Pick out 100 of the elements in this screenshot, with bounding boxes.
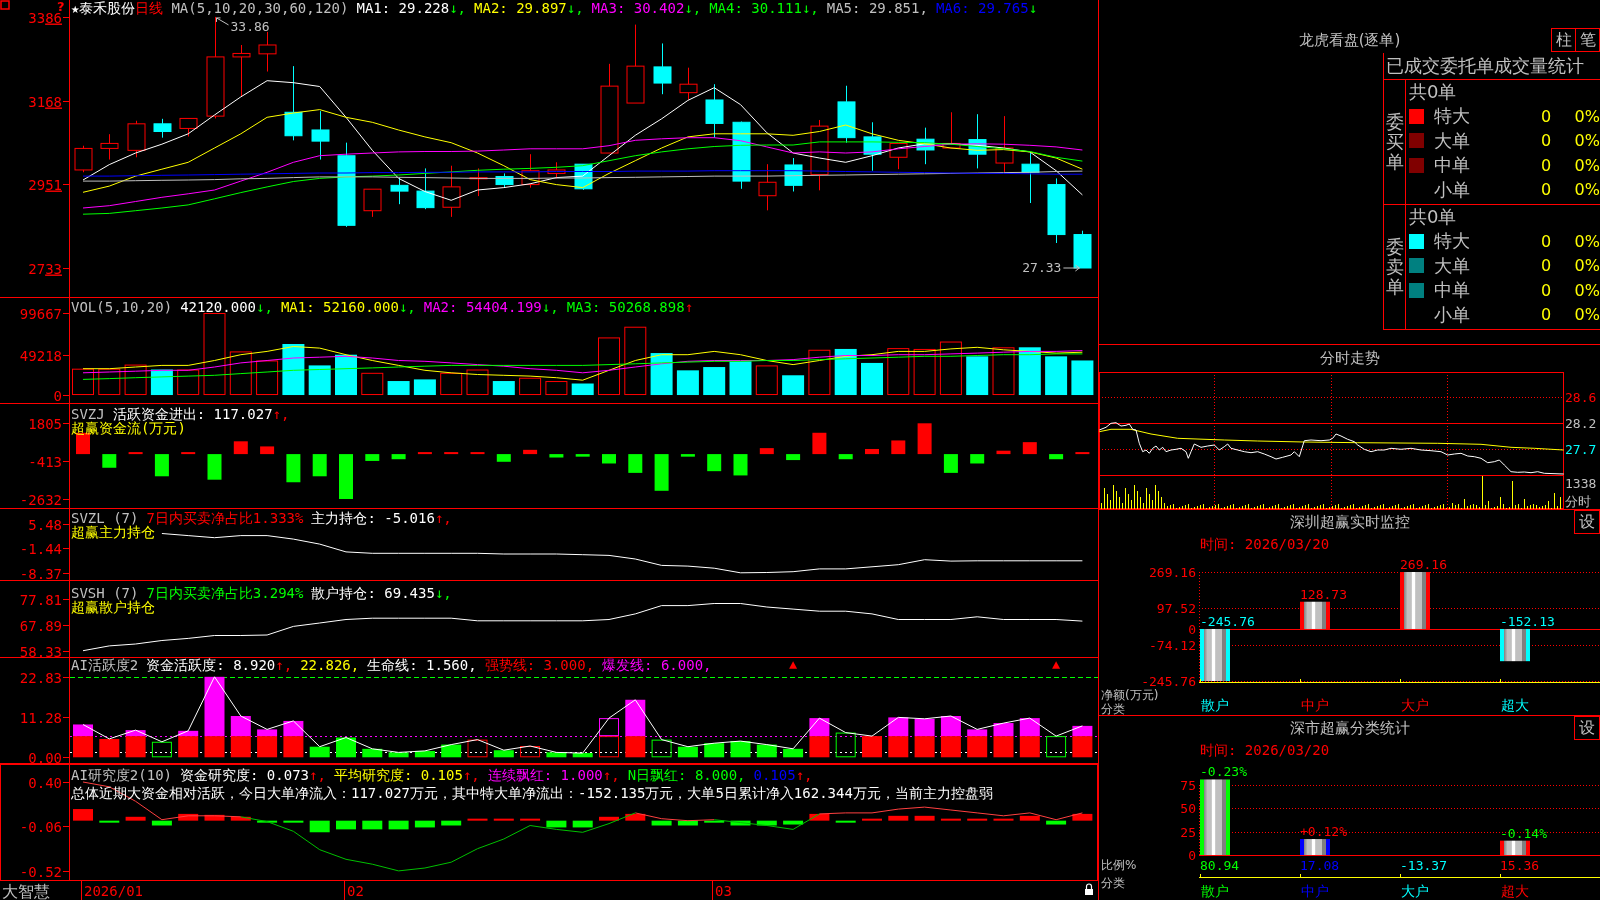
- timestamp: 时间: 2026/03/20: [1200, 536, 1330, 552]
- research-bar: [125, 816, 146, 821]
- ratio-value: 80.94: [1200, 858, 1240, 873]
- activity-bar: [888, 717, 909, 737]
- fund-flow-bar: [575, 454, 590, 457]
- trend-arrow: ↓,: [684, 1, 702, 15]
- candlestick: [863, 121, 882, 172]
- indicator-name: AI研究度2(10): [71, 768, 172, 782]
- candlestick: [758, 163, 777, 211]
- axis-tick-label: 0: [1188, 848, 1196, 863]
- candlestick: [311, 110, 330, 161]
- order-percent: 0%: [1573, 256, 1600, 276]
- trend-arrow: ↑,: [275, 658, 293, 672]
- activity-bar: [940, 736, 961, 758]
- volume-bar: [676, 370, 699, 396]
- candlestick: [153, 118, 172, 139]
- activity-bar: [283, 736, 304, 758]
- fund-flow-bar: [786, 454, 801, 461]
- research-bar: [73, 809, 93, 821]
- trend-arrow: ↑,: [462, 768, 480, 782]
- settings-button[interactable]: 设: [1574, 510, 1600, 534]
- volume-bar: [256, 360, 279, 396]
- candlestick: [810, 119, 829, 191]
- activity-bar: [362, 748, 383, 758]
- activity-bar: [151, 741, 172, 758]
- panel-title: 分时走势: [1319, 349, 1380, 368]
- research-bar: [835, 820, 856, 823]
- candlestick: [232, 44, 251, 98]
- axis-tick-label: -0.06: [19, 818, 62, 835]
- indicator-subtitle: 超赢散户持仓: [71, 600, 155, 614]
- fund-flow-bar: [128, 452, 143, 455]
- activity-bar: [677, 746, 698, 758]
- axis-tick-label: 5.48: [28, 516, 62, 533]
- axis-tick-label: 3168: [28, 93, 62, 110]
- candlestick: [1073, 230, 1092, 269]
- order-count: 0: [1539, 106, 1553, 126]
- volume-bar: [703, 367, 726, 396]
- activity-bar: [572, 753, 593, 758]
- fund-flow-bar: [733, 454, 748, 476]
- indicator-name: SVSH (7): [71, 586, 139, 600]
- candlestick: [258, 31, 277, 72]
- legend-value: 7日内买卖净占比3.294%: [146, 586, 304, 600]
- trend-arrow: ↑,: [602, 768, 620, 782]
- legend-value: 活跃资金进出: 117.027: [112, 407, 273, 421]
- volume-bar: [361, 372, 384, 396]
- activity-bar: [414, 750, 435, 758]
- volume-bar: [1071, 360, 1094, 396]
- axis-tick-label: -413: [28, 453, 62, 470]
- candlestick: [653, 42, 672, 95]
- research-bar: [756, 820, 777, 826]
- fund-flow-bar: [417, 452, 432, 455]
- volume-bar: [1045, 356, 1068, 396]
- volume-bar: [966, 356, 989, 396]
- research-bar: [151, 820, 172, 826]
- activity-bar: [336, 737, 356, 758]
- research-bar: [967, 818, 988, 821]
- axis-tick-label: 97.52: [1156, 601, 1196, 616]
- activity-bar: [546, 752, 567, 758]
- candlestick: [363, 188, 382, 218]
- activity-bar: [940, 716, 961, 737]
- category-label: 中户: [1301, 883, 1329, 899]
- category-label: 大户: [1401, 883, 1429, 899]
- category-bar: [1400, 572, 1430, 629]
- help-mark[interactable]: ?: [57, 0, 65, 14]
- axis-title: 分类: [1101, 876, 1125, 890]
- axis-tick-label: 75: [1180, 778, 1196, 793]
- mode-button[interactable]: 柱: [1551, 28, 1576, 52]
- trend-arrow: ↑,: [272, 407, 290, 421]
- volume-bar: [571, 383, 594, 396]
- arrow-icon: [1062, 264, 1080, 272]
- legend-value: MA1: 52160.000: [280, 300, 399, 314]
- activity-bar: [756, 744, 777, 758]
- volume-bar: [913, 348, 936, 396]
- fund-flow-bar: [1075, 452, 1090, 455]
- axis-title: 分类: [1101, 702, 1125, 715]
- activity-bar: [441, 744, 462, 758]
- fund-flow-bar: [207, 454, 222, 480]
- change-label: -0.14%: [1500, 825, 1547, 841]
- research-bar: [283, 820, 304, 823]
- fund-flow-bar: [470, 452, 485, 455]
- volume-bar: [440, 372, 463, 396]
- axis-tick-label: -74.12: [1149, 638, 1196, 653]
- price-annotation: 27.33: [1022, 260, 1062, 275]
- panel-title: 深圳超赢实时监控: [1289, 512, 1410, 532]
- fund-flow-bar: [1022, 442, 1037, 455]
- ratio-value: -13.37: [1400, 858, 1447, 873]
- fund-flow-bar: [628, 454, 643, 473]
- time-unit-label: 分时: [1565, 494, 1592, 510]
- mode-button[interactable]: 笔: [1575, 28, 1600, 52]
- settings-button[interactable]: 设: [1574, 716, 1600, 740]
- fund-flow-bar: [496, 454, 511, 462]
- axis-tick-label: 2951: [28, 176, 62, 193]
- date-label: 2026/01: [84, 883, 143, 899]
- brand-name: 大智慧: [2, 882, 50, 900]
- legend-value: MA6: 29.765: [935, 1, 1029, 15]
- category-label: 散户: [1201, 883, 1229, 899]
- panel-title: 深市超赢分类统计: [1289, 718, 1410, 738]
- stock-name: ★泰禾股份: [71, 1, 136, 15]
- axis-tick-label: 77.81: [19, 591, 62, 608]
- indicator-subtitle: 超赢资金流(万元): [71, 421, 186, 435]
